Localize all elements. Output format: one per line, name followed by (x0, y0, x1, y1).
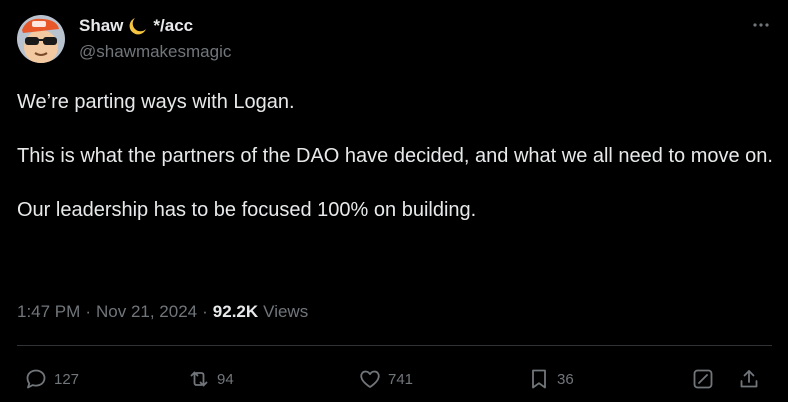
like-button[interactable]: 741 (358, 364, 413, 394)
crescent-moon-icon (128, 16, 148, 36)
author-name-suffix: */acc (153, 16, 194, 35)
author-handle[interactable]: @shawmakesmagic (79, 42, 231, 62)
bookmark-count: 36 (557, 370, 574, 388)
bookmark-button[interactable]: 36 (527, 364, 574, 394)
like-count: 741 (388, 370, 414, 388)
bookmark-icon (532, 369, 546, 389)
grok-button[interactable] (691, 364, 715, 394)
repost-count: 94 (217, 370, 234, 388)
reply-button[interactable]: 127 (24, 364, 79, 394)
divider (17, 345, 772, 346)
share-icon (740, 370, 758, 388)
views-count: 92.2K (212, 302, 259, 321)
meta-separator: · (85, 302, 91, 321)
tweet-text: We’re parting ways with Logan. This is w… (17, 89, 777, 224)
grok-icon (693, 369, 713, 389)
author-name[interactable]: Shaw (79, 16, 123, 36)
tweet-time[interactable]: 1:47 PM (17, 302, 80, 322)
repost-icon (190, 371, 208, 387)
tweet-meta: 1:47 PM · Nov 21, 2024 · 92.2K Views (17, 300, 308, 324)
tweet-date[interactable]: Nov 21, 2024 (96, 302, 197, 322)
more-dots-icon (753, 23, 769, 27)
tweet-paragraph: We’re parting ways with Logan. (17, 91, 295, 113)
views-label: Views (263, 302, 309, 321)
more-options-button[interactable] (750, 14, 772, 36)
tweet-paragraph: This is what the partners of the DAO hav… (17, 145, 773, 167)
repost-button[interactable]: 94 (187, 364, 234, 394)
heart-icon (360, 370, 380, 388)
avatar[interactable] (17, 15, 65, 63)
reply-icon (26, 369, 46, 389)
reply-count: 127 (54, 370, 80, 388)
share-button[interactable] (737, 364, 761, 394)
author-name-row[interactable]: Shaw */acc (79, 15, 193, 37)
tweet-paragraph: Our leadership has to be focused 100% on… (17, 199, 477, 221)
meta-separator: · (202, 302, 208, 321)
